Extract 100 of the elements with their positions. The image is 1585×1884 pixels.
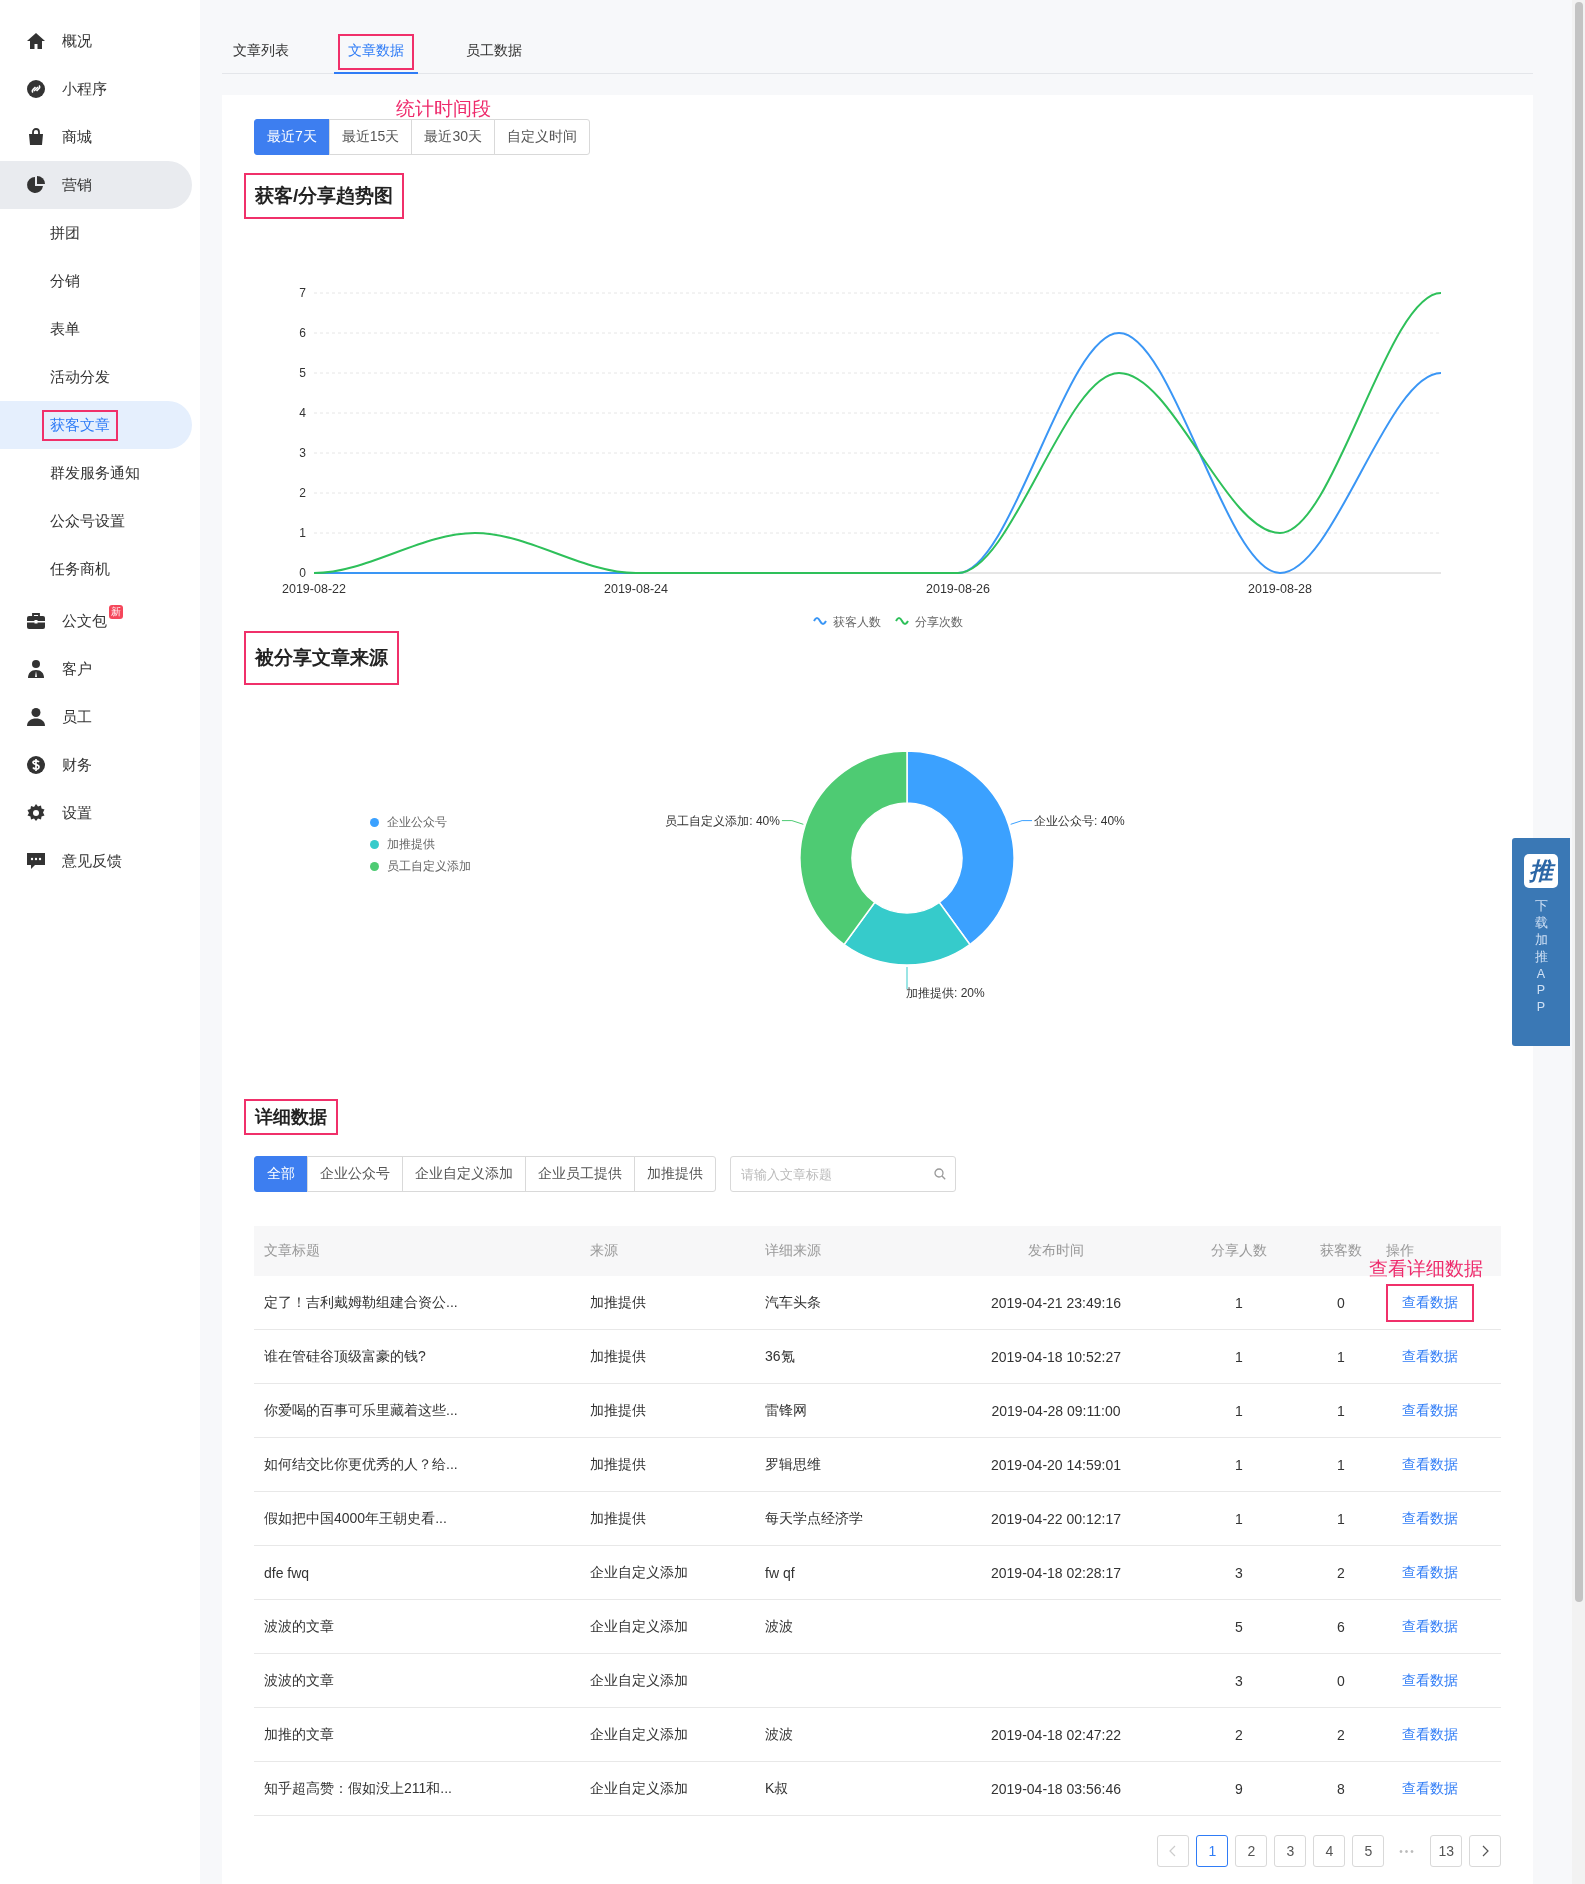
search-icon[interactable] <box>934 1168 946 1180</box>
table-cell: 企业自定义添加 <box>580 1707 755 1762</box>
sidebar-item[interactable]: 客户 <box>0 645 192 693</box>
tab[interactable]: 员工数据 <box>455 30 533 74</box>
period-button[interactable]: 最近15天 <box>328 119 413 155</box>
period-button[interactable]: 自定义时间 <box>493 119 590 155</box>
sidebar-subitem[interactable]: 任务商机 <box>0 545 192 593</box>
home-icon <box>26 31 46 51</box>
table-cell: 你爱喝的百事可乐里藏着这些... <box>254 1383 580 1438</box>
previous-page-button[interactable] <box>1157 1835 1190 1867</box>
period-button[interactable]: 最近30天 <box>411 119 495 155</box>
data-label: 加推提供: 20% <box>906 986 985 1000</box>
page-button[interactable]: 4 <box>1313 1835 1346 1867</box>
axis-label: 5 <box>299 366 306 380</box>
sidebar-subitem[interactable]: 分销 <box>0 257 192 305</box>
view-data-link[interactable]: 查看数据 <box>1386 1445 1474 1484</box>
axis-label: 2 <box>299 486 306 500</box>
page-button[interactable]: 1 <box>1196 1835 1229 1867</box>
table-cell: 2019-04-18 02:47:22 <box>940 1707 1172 1762</box>
view-data-link[interactable]: 查看数据 <box>1386 1283 1474 1322</box>
axis-label: 7 <box>299 286 306 300</box>
sidebar-item[interactable]: 员工 <box>0 693 192 741</box>
data-label: 企业公众号: 40% <box>1034 813 1125 828</box>
table-cell: 罗辑思维 <box>755 1437 940 1492</box>
next-page-button[interactable] <box>1469 1835 1501 1867</box>
filter-button[interactable]: 全部 <box>254 1156 308 1192</box>
legend-item[interactable]: 加推提供 <box>370 835 554 853</box>
sidebar-item[interactable]: 商城 <box>0 113 192 161</box>
table-cell: 企业自定义添加 <box>580 1599 755 1654</box>
table-cell: 2019-04-28 09:11:00 <box>940 1383 1172 1438</box>
scrollbar-thumb[interactable] <box>1574 2 1583 1602</box>
table-cell: 2 <box>1306 1707 1376 1762</box>
section-title: 被分享文章来源 <box>244 631 399 685</box>
table-cell: 2019-04-20 14:59:01 <box>940 1437 1172 1492</box>
new-badge: 新 <box>109 605 123 619</box>
table-cell: 0 <box>1306 1653 1376 1708</box>
briefcase-icon <box>26 611 46 631</box>
table-cell: 8 <box>1306 1761 1376 1816</box>
legend-item[interactable]: 获客人数 <box>812 613 881 631</box>
view-data-link[interactable]: 查看数据 <box>1386 1661 1474 1700</box>
view-data-link[interactable]: 查看数据 <box>1386 1607 1474 1646</box>
table-cell: 波波 <box>755 1599 940 1654</box>
tab[interactable]: 文章列表 <box>222 30 300 74</box>
user-icon <box>26 707 46 727</box>
table-cell: 加推的文章 <box>254 1707 580 1762</box>
filter-button[interactable]: 加推提供 <box>634 1156 716 1192</box>
table-cell: 加推提供 <box>580 1437 755 1492</box>
sidebar-subitem[interactable]: 表单 <box>0 305 192 353</box>
axis-label: 0 <box>299 566 306 580</box>
filter-button[interactable]: 企业员工提供 <box>525 1156 635 1192</box>
view-data-link[interactable]: 查看数据 <box>1386 1769 1474 1808</box>
sidebar-subitem[interactable]: 活动分发 <box>0 353 192 401</box>
settings-icon <box>26 803 46 823</box>
scrollbar[interactable] <box>1572 0 1585 1884</box>
period-button[interactable]: 最近7天 <box>254 119 330 155</box>
legend-item[interactable]: 企业公众号 <box>370 813 554 831</box>
section-title: 详细数据 <box>244 1099 338 1135</box>
download-app-text: 下载加推APP <box>1534 898 1548 1017</box>
download-app-panel[interactable]: 推 下载加推APP <box>1512 838 1570 1046</box>
sidebar-item[interactable]: 小程序 <box>0 65 192 113</box>
view-data-link[interactable]: 查看数据 <box>1386 1337 1474 1376</box>
tab[interactable]: 文章数据 <box>334 30 418 74</box>
table-cell: 企业自定义添加 <box>580 1761 755 1816</box>
view-data-link[interactable]: 查看数据 <box>1386 1553 1474 1592</box>
sidebar-item[interactable]: 意见反馈 <box>0 837 192 885</box>
sidebar-item[interactable]: 概况 <box>0 17 192 65</box>
table-cell: 3 <box>1172 1653 1306 1708</box>
sidebar-item[interactable]: 财务 <box>0 741 192 789</box>
axis-label: 3 <box>299 446 306 460</box>
search-field[interactable]: 请输入文章标题 <box>730 1156 956 1192</box>
sidebar-item[interactable]: 设置 <box>0 789 192 837</box>
sidebar-subitem[interactable]: 公众号设置 <box>0 497 192 545</box>
filter-button[interactable]: 企业自定义添加 <box>402 1156 526 1192</box>
view-data-link[interactable]: 查看数据 <box>1386 1499 1474 1538</box>
view-data-link[interactable]: 查看数据 <box>1386 1715 1474 1754</box>
legend-item[interactable]: 分享次数 <box>894 613 963 631</box>
table-cell: 谁在管硅谷顶级富豪的钱? <box>254 1329 580 1384</box>
sidebar-item[interactable]: 营销 <box>0 161 192 209</box>
view-data-link[interactable]: 查看数据 <box>1386 1391 1474 1430</box>
table-cell: 波波的文章 <box>254 1599 580 1654</box>
axis-label: 2019-08-22 <box>282 582 346 596</box>
table-cell: 如何结交比你更优秀的人？给... <box>254 1437 580 1492</box>
page-button[interactable]: 3 <box>1274 1835 1307 1867</box>
table-cell: 9 <box>1172 1761 1306 1816</box>
dollar-icon <box>26 755 46 775</box>
legend-item[interactable]: 员工自定义添加 <box>370 857 554 875</box>
table-cell: 2019-04-18 02:28:17 <box>940 1545 1172 1600</box>
filter-button[interactable]: 企业公众号 <box>307 1156 403 1192</box>
table-cell: 1 <box>1306 1437 1376 1492</box>
sidebar-item[interactable]: 公文包 新 <box>0 597 192 645</box>
table-cell: 企业自定义添加 <box>580 1653 755 1708</box>
page-button[interactable]: 5 <box>1352 1835 1385 1867</box>
sidebar-subitem[interactable]: 获客文章 <box>0 401 192 449</box>
data-label: 员工自定义添加: 40% <box>665 813 780 828</box>
sidebar-subitem[interactable]: 拼团 <box>0 209 192 257</box>
table-cell: dfe fwq <box>254 1545 580 1600</box>
page-button[interactable]: 13 <box>1430 1835 1462 1867</box>
page-button[interactable]: 2 <box>1235 1835 1268 1867</box>
column-header: 分享人数 <box>1172 1226 1306 1276</box>
sidebar-subitem[interactable]: 群发服务通知 <box>0 449 192 497</box>
